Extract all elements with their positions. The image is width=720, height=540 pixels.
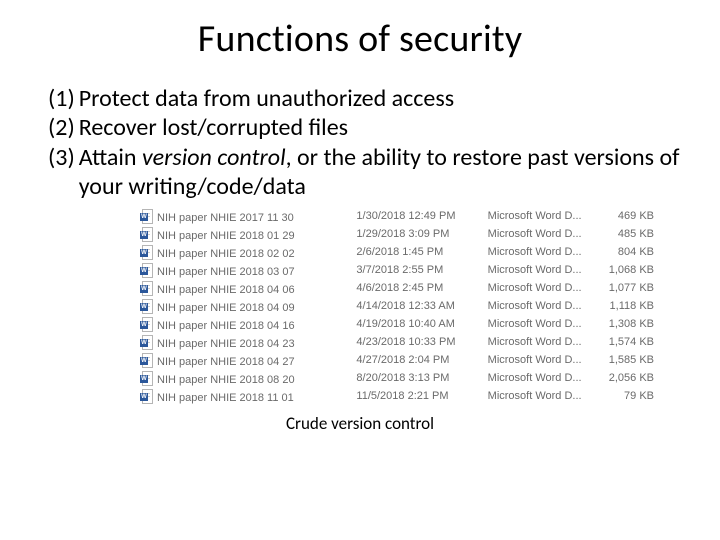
file-name: NIH paper NHIE 2017 11 30 [157, 212, 294, 224]
file-name: NIH paper NHIE 2018 08 20 [157, 374, 295, 386]
file-name-cell: W NIH paper NHIE 2018 04 23 [140, 333, 356, 351]
file-row[interactable]: W NIH paper NHIE 2018 02 02 2/6/2018 1:45 … [140, 243, 660, 261]
file-type: Microsoft Word D... [488, 387, 594, 405]
file-name-cell: W NIH paper NHIE 2018 04 16 [140, 315, 356, 333]
file-name: NIH paper NHIE 2018 11 01 [157, 392, 294, 404]
file-type: Microsoft Word D... [488, 279, 594, 297]
file-type: Microsoft Word D... [488, 261, 594, 279]
bullet-text: Recover lost/corrupted files [79, 113, 680, 142]
file-name-cell: W NIH paper NHIE 2018 11 01 [140, 387, 356, 405]
file-type: Microsoft Word D... [488, 225, 594, 243]
file-row[interactable]: W NIH paper NHIE 2018 04 27 4/27/2018 2:04… [140, 351, 660, 369]
file-name-cell: W NIH paper NHIE 2018 01 29 [140, 225, 356, 243]
bullet-number: (2) [48, 113, 79, 142]
file-size: 485 KB [594, 225, 660, 243]
file-size: 469 KB [594, 207, 660, 225]
file-name-cell: W NIH paper NHIE 2018 03 07 [140, 261, 356, 279]
file-row[interactable]: W NIH paper NHIE 2018 04 23 4/23/2018 10:3… [140, 333, 660, 351]
file-date: 4/27/2018 2:04 PM [356, 351, 487, 369]
file-name-cell: W NIH paper NHIE 2018 02 02 [140, 243, 356, 261]
file-date: 1/30/2018 12:49 PM [356, 207, 487, 225]
file-type: Microsoft Word D... [488, 207, 594, 225]
file-size: 1,585 KB [594, 351, 660, 369]
file-type: Microsoft Word D... [488, 243, 594, 261]
word-doc-icon: W [140, 353, 153, 368]
file-size: 2,056 KB [594, 369, 660, 387]
file-date: 1/29/2018 3:09 PM [356, 225, 487, 243]
word-doc-icon: W [140, 227, 153, 242]
word-doc-icon: W [140, 281, 153, 296]
file-name: NIH paper NHIE 2018 04 09 [157, 302, 295, 314]
word-doc-icon: W [140, 335, 153, 350]
word-doc-icon: W [140, 299, 153, 314]
bullet-number: (1) [48, 84, 79, 113]
word-doc-icon: W [140, 317, 153, 332]
bullet-text-pre: Attain [79, 143, 142, 172]
word-doc-icon: W [140, 389, 153, 404]
file-date: 3/7/2018 2:55 PM [356, 261, 487, 279]
word-doc-icon: W [140, 245, 153, 260]
slide: Functions of security (1) Protect data f… [0, 0, 720, 540]
file-size: 1,068 KB [594, 261, 660, 279]
file-name-cell: W NIH paper NHIE 2018 04 27 [140, 351, 356, 369]
file-type: Microsoft Word D... [488, 297, 594, 315]
file-name: NIH paper NHIE 2018 01 29 [157, 230, 295, 242]
file-date: 2/6/2018 1:45 PM [356, 243, 487, 261]
file-row[interactable]: W NIH paper NHIE 2018 01 29 1/29/2018 3:09… [140, 225, 660, 243]
file-row[interactable]: W NIH paper NHIE 2018 03 07 3/7/2018 2:55 … [140, 261, 660, 279]
caption: Crude version control [40, 413, 680, 434]
word-doc-icon: W [140, 209, 153, 224]
bullet-text: Protect data from unauthorized access [79, 84, 680, 113]
bullet-item: (1) Protect data from unauthorized acces… [48, 84, 680, 113]
bullet-item: (3) Attain version control, or the abili… [48, 143, 680, 202]
version-control-emphasis: version control [142, 143, 286, 172]
file-row[interactable]: W NIH paper NHIE 2018 04 16 4/19/2018 10:4… [140, 315, 660, 333]
file-name: NIH paper NHIE 2018 04 06 [157, 284, 295, 296]
word-doc-icon: W [140, 263, 153, 278]
file-size: 1,574 KB [594, 333, 660, 351]
bullet-item: (2) Recover lost/corrupted files [48, 113, 680, 142]
bullet-number: (3) [48, 143, 79, 202]
file-size: 804 KB [594, 243, 660, 261]
file-date: 4/6/2018 2:45 PM [356, 279, 487, 297]
file-row[interactable]: W NIH paper NHIE 2017 11 30 1/30/2018 12:4… [140, 207, 660, 225]
file-type: Microsoft Word D... [488, 351, 594, 369]
file-name: NIH paper NHIE 2018 03 07 [157, 266, 295, 278]
file-date: 4/14/2018 12:33 AM [356, 297, 487, 315]
file-date: 4/19/2018 10:40 AM [356, 315, 487, 333]
file-name: NIH paper NHIE 2018 02 02 [157, 248, 295, 260]
file-date: 8/20/2018 3:13 PM [356, 369, 487, 387]
file-type: Microsoft Word D... [488, 369, 594, 387]
file-name: NIH paper NHIE 2018 04 23 [157, 338, 295, 350]
file-date: 11/5/2018 2:21 PM [356, 387, 487, 405]
file-size: 1,118 KB [594, 297, 660, 315]
file-row[interactable]: W NIH paper NHIE 2018 04 06 4/6/2018 2:45 … [140, 279, 660, 297]
file-size: 79 KB [594, 387, 660, 405]
file-row[interactable]: W NIH paper NHIE 2018 08 20 8/20/2018 3:13… [140, 369, 660, 387]
file-name: NIH paper NHIE 2018 04 27 [157, 356, 295, 368]
slide-title: Functions of security [40, 16, 680, 62]
file-size: 1,077 KB [594, 279, 660, 297]
file-name-cell: W NIH paper NHIE 2018 08 20 [140, 369, 356, 387]
file-name-cell: W NIH paper NHIE 2017 11 30 [140, 207, 356, 225]
file-row[interactable]: W NIH paper NHIE 2018 11 01 11/5/2018 2:21… [140, 387, 660, 405]
file-size: 1,308 KB [594, 315, 660, 333]
file-type: Microsoft Word D... [488, 333, 594, 351]
word-doc-icon: W [140, 371, 153, 386]
file-name-cell: W NIH paper NHIE 2018 04 09 [140, 297, 356, 315]
file-type: Microsoft Word D... [488, 315, 594, 333]
file-name-cell: W NIH paper NHIE 2018 04 06 [140, 279, 356, 297]
bullet-list: (1) Protect data from unauthorized acces… [40, 84, 680, 201]
file-list-table: W NIH paper NHIE 2017 11 30 1/30/2018 12:4… [140, 207, 660, 405]
bullet-text: Attain version control, or the ability t… [79, 143, 680, 202]
file-date: 4/23/2018 10:33 PM [356, 333, 487, 351]
file-row[interactable]: W NIH paper NHIE 2018 04 09 4/14/2018 12:3… [140, 297, 660, 315]
file-name: NIH paper NHIE 2018 04 16 [157, 320, 295, 332]
